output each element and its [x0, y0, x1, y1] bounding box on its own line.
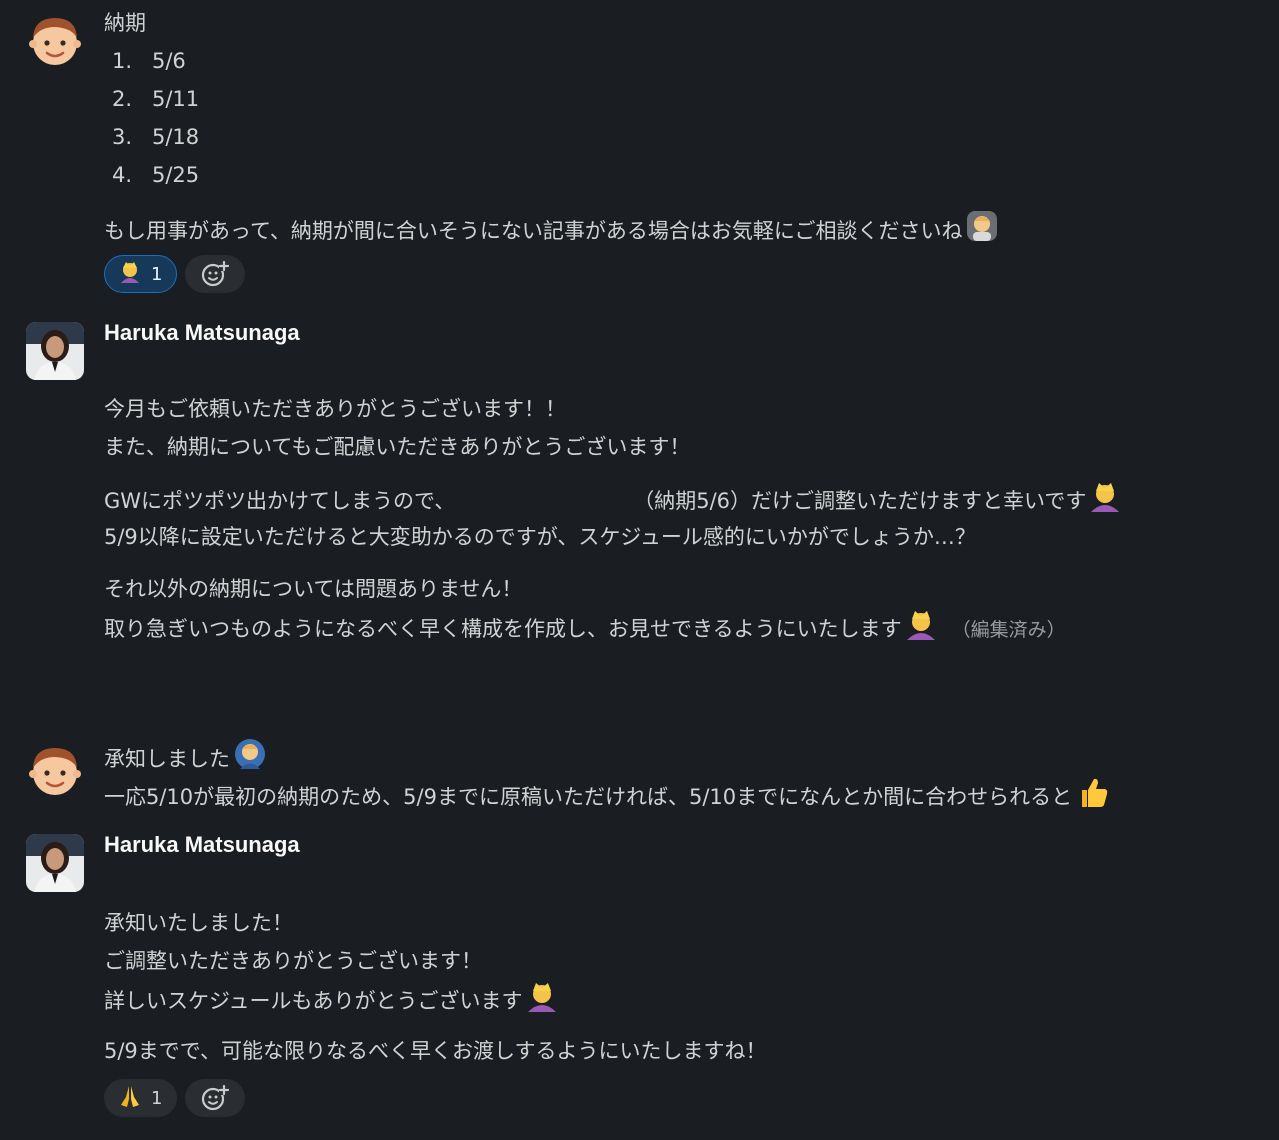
- message-text: もし用事があって、納期が間に合いそうにない記事がある場合はお気軽にご相談ください…: [104, 208, 1263, 246]
- message-thread: 納期 1. 5/6 2. 5/11 3. 5/18 4. 5/25 もし用事があって、納…: [0, 0, 1279, 1140]
- message-text: また、納期についてもご配慮いただきありがとうございます！: [104, 435, 691, 459]
- man-face-icon: [29, 748, 81, 795]
- user-photo-icon: [26, 322, 84, 380]
- reaction-count: 1: [151, 263, 163, 285]
- add-reaction-button[interactable]: [185, 255, 246, 293]
- thumbs-up-icon: [1074, 774, 1110, 822]
- add-emoji-icon: [202, 260, 230, 287]
- message-text: GWにポツポツ出かけてしまうので、 （納期5/6）だけご調整いただけますと幸いです: [104, 480, 1263, 518]
- date-list: 1. 5/6 2. 5/11 3. 5/18 4. 5/25: [104, 42, 1263, 194]
- person-bowing-icon: [904, 608, 938, 654]
- message-text: 一応5/10が最初の納期のため、5/9までに原稿いただければ、5/10までになん…: [104, 774, 1263, 812]
- list-item: 3. 5/18: [112, 125, 200, 149]
- reaction-count: 1: [151, 1087, 163, 1109]
- message-text: 納期: [104, 11, 146, 35]
- message-text: 承知しました: [104, 736, 1263, 774]
- author-name[interactable]: Haruka Matsunaga: [104, 318, 1263, 348]
- person-bowing-icon: [117, 259, 143, 290]
- man-face-icon: [29, 18, 81, 65]
- message-text: 詳しいスケジュールもありがとうございます: [104, 980, 1263, 1018]
- add-emoji-icon: [202, 1084, 230, 1111]
- person-gesturing-ok-icon: [964, 208, 1000, 256]
- person-bowing-icon: [1088, 480, 1122, 526]
- list-item: 2. 5/11: [112, 87, 200, 111]
- folded-hands-icon: [117, 1083, 143, 1114]
- person-bowing-icon: [525, 980, 559, 1026]
- list-item: 4. 5/25: [112, 163, 200, 187]
- message-text: 今月もご依頼いただきありがとうございます！！: [104, 397, 566, 421]
- reaction-folded-hands[interactable]: 1: [104, 1079, 178, 1117]
- message-text: 承知いたしました！: [104, 911, 293, 935]
- list-item: 1. 5/6: [112, 49, 186, 73]
- reactions-bar: 1: [104, 1078, 1263, 1118]
- message-text: ご調整いただきありがとうございます！: [104, 949, 482, 973]
- avatar[interactable]: [26, 834, 84, 892]
- avatar[interactable]: [26, 742, 84, 800]
- add-reaction-button[interactable]: [185, 1079, 246, 1117]
- author-name[interactable]: Haruka Matsunaga: [104, 830, 1263, 860]
- message-text: 5/9までで、可能な限りなるべく早くお渡しするようにいたしますね！: [104, 1039, 767, 1063]
- user-photo-icon: [26, 834, 84, 892]
- avatar[interactable]: [26, 12, 84, 70]
- message-text: それ以外の納期については問題ありません！: [104, 577, 523, 601]
- avatar[interactable]: [26, 322, 84, 380]
- reactions-bar: 1: [104, 254, 1263, 294]
- edited-label: （編集済み）: [951, 619, 1066, 641]
- message-text: 取り急ぎいつものようになるべく早く構成を作成し、お見せできるようにいたします （…: [104, 608, 1263, 646]
- reaction-bowing[interactable]: 1: [104, 255, 178, 293]
